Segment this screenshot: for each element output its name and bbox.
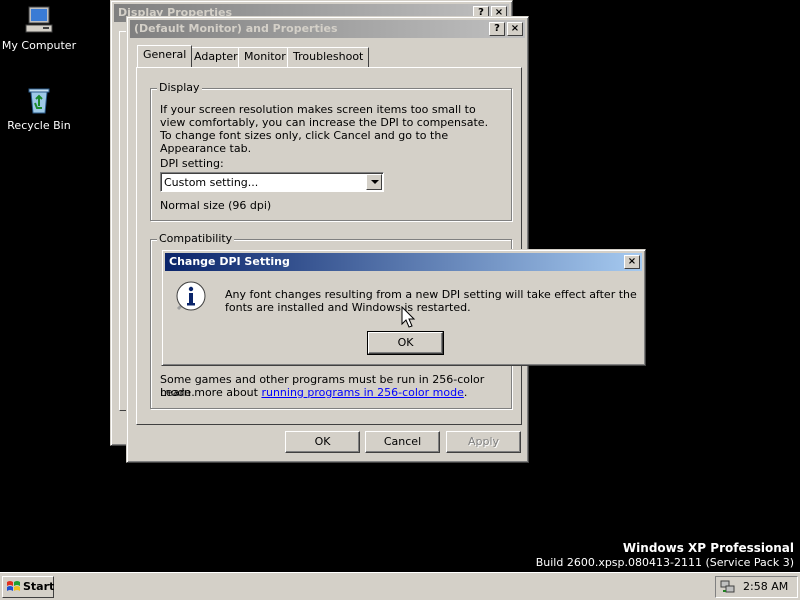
compat-text-suffix: .	[463, 386, 468, 399]
tab-strip: General Adapter Monitor Troubleshoot	[137, 45, 517, 69]
recycle-bin-icon	[28, 88, 50, 114]
dpi-setting-label: DPI setting:	[160, 157, 224, 170]
chevron-down-icon[interactable]	[366, 174, 382, 190]
display-description: If your screen resolution makes screen i…	[160, 103, 489, 155]
my-computer-icon	[25, 6, 53, 33]
os-build-info: Build 2600.xpsp.080413-2111 (Service Pac…	[535, 556, 794, 569]
window-title: (Default Monitor) and Properties	[134, 22, 338, 35]
os-product-name: Windows XP Professional	[622, 541, 794, 555]
mouse-cursor-icon	[401, 306, 416, 328]
clock[interactable]: 2:58 AM	[743, 577, 788, 597]
os-watermark: Windows XP Professional Build 2600.xpsp.…	[536, 541, 794, 569]
tab-panel: Display If your screen resolution makes …	[136, 67, 522, 425]
tab-adapter[interactable]: Adapter	[188, 47, 244, 67]
group-label: Compatibility	[157, 232, 235, 245]
dialog-message: Any font changes resulting from a new DP…	[225, 288, 637, 314]
start-button[interactable]: Start	[2, 576, 54, 598]
dpi-note: Normal size (96 dpi)	[160, 199, 272, 212]
close-button[interactable]: ×	[507, 22, 523, 36]
compat-text-line2: Learn more about running programs in 256…	[160, 386, 505, 399]
taskbar: Start 2:58 AM	[0, 572, 800, 600]
dpi-setting-dropdown[interactable]: Custom setting...	[160, 172, 384, 192]
desktop-icon-my-computer[interactable]: My Computer	[0, 4, 78, 52]
tab-monitor[interactable]: Monitor	[238, 47, 292, 67]
desktop-icon-label: My Computer	[1, 39, 77, 52]
close-button[interactable]: ×	[624, 255, 640, 269]
info-icon	[176, 281, 206, 311]
group-label: Display	[157, 81, 202, 94]
dialog-ok-button[interactable]: OK	[367, 331, 444, 355]
dpi-setting-value: Custom setting...	[164, 176, 259, 189]
dialog-title: Change DPI Setting	[169, 255, 290, 268]
desktop-icon-label: Recycle Bin	[7, 119, 71, 132]
monitor-properties-titlebar[interactable]: (Default Monitor) and Properties ? ×	[130, 20, 525, 38]
ok-button[interactable]: OK	[285, 431, 360, 453]
system-tray: 2:58 AM	[715, 576, 798, 598]
tab-general[interactable]: General	[137, 45, 193, 67]
tab-troubleshoot[interactable]: Troubleshoot	[287, 47, 370, 67]
windows-logo-icon	[7, 581, 20, 591]
cancel-button[interactable]: Cancel	[365, 431, 440, 453]
network-icon[interactable]	[720, 579, 736, 595]
display-group: Display If your screen resolution makes …	[150, 81, 512, 221]
change-dpi-titlebar[interactable]: Change DPI Setting ×	[165, 253, 642, 271]
monitor-properties-window: (Default Monitor) and Properties ? × Gen…	[126, 16, 529, 463]
compat-text-prefix: Learn more about	[160, 386, 262, 399]
apply-button[interactable]: Apply	[446, 431, 521, 453]
help-button[interactable]: ?	[489, 22, 505, 36]
desktop-icon-recycle-bin[interactable]: Recycle Bin	[0, 84, 78, 132]
start-label: Start	[23, 580, 55, 593]
compat-help-link[interactable]: running programs in 256-color mode	[261, 386, 463, 399]
